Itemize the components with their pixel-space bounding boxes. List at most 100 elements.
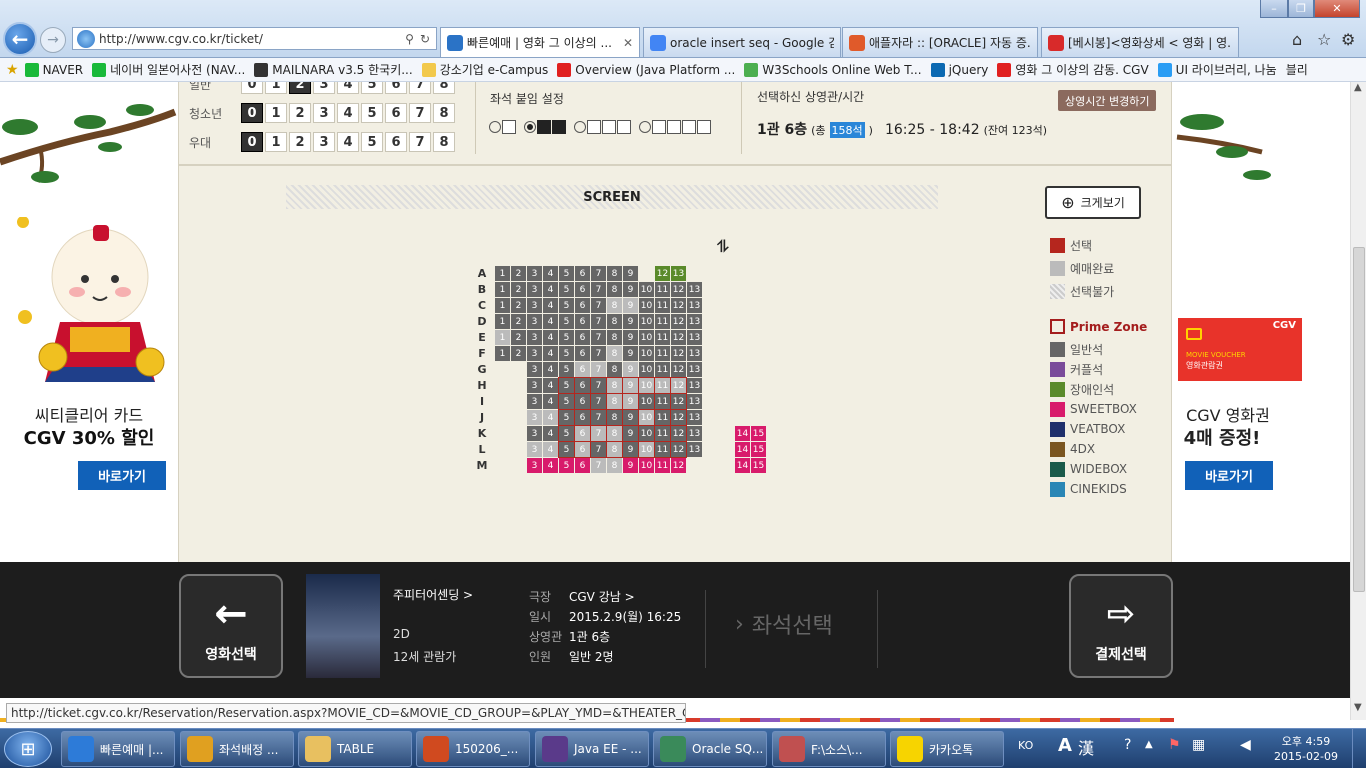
seat[interactable]: 6 — [575, 314, 590, 329]
seat[interactable]: 14 — [735, 458, 750, 473]
seat[interactable]: 4 — [543, 314, 558, 329]
seat[interactable]: 3 — [527, 426, 542, 441]
forward-button[interactable]: → — [40, 27, 66, 53]
right-ad-button[interactable]: 바로가기 — [1185, 461, 1273, 490]
seat[interactable]: 4 — [543, 282, 558, 297]
right-ad[interactable]: CGV MOVIE VOUCHER 영화관람권 CGV 영화권 4매 증정! 바… — [1172, 82, 1350, 562]
search-icon[interactable]: ⚲ — [405, 32, 414, 46]
seat[interactable]: 8 — [607, 346, 622, 361]
seat[interactable]: 12 — [670, 393, 687, 410]
people-count-button[interactable]: 4 — [337, 132, 359, 152]
seat[interactable]: 10 — [639, 330, 654, 345]
seat[interactable]: 4 — [543, 298, 558, 313]
maximize-button[interactable]: ❐ — [1288, 0, 1314, 18]
seat[interactable]: 9 — [622, 377, 639, 394]
people-count-button[interactable]: 3 — [313, 103, 335, 123]
seat[interactable]: 8 — [607, 298, 622, 313]
people-count-button[interactable]: 8 — [433, 103, 455, 123]
zoom-button[interactable]: ⊕ 크게보기 — [1045, 186, 1141, 219]
seat[interactable]: 3 — [527, 362, 542, 377]
home-icon[interactable]: ⌂ — [1292, 30, 1302, 49]
seat[interactable]: 10 — [638, 409, 655, 426]
seat[interactable]: 5 — [559, 458, 574, 473]
seat[interactable]: 12 — [671, 298, 686, 313]
seat[interactable]: 3 — [527, 298, 542, 313]
seat[interactable]: 3 — [527, 458, 542, 473]
tab-4[interactable]: [베시봉]<영화상세 < 영화 | 영... — [1041, 27, 1239, 57]
seat[interactable]: 12 — [670, 441, 687, 458]
seat[interactable]: 9 — [622, 425, 639, 442]
seat[interactable]: 6 — [574, 377, 591, 394]
seat[interactable]: 4 — [543, 458, 558, 473]
seat[interactable]: 11 — [654, 377, 671, 394]
people-count-button[interactable]: 5 — [361, 132, 383, 152]
seat[interactable]: 7 — [590, 425, 607, 442]
taskbar-item[interactable]: 빠른예매 |... — [61, 731, 175, 767]
left-ad-button[interactable]: 바로가기 — [78, 461, 166, 490]
seat[interactable]: 13 — [687, 314, 702, 329]
seat[interactable]: 10 — [638, 377, 655, 394]
seat[interactable]: 12 — [671, 346, 686, 361]
seat[interactable]: 2 — [511, 314, 526, 329]
lang-indicator[interactable]: KO — [1018, 739, 1033, 752]
clock-date[interactable]: 2015-02-09 — [1272, 750, 1340, 763]
seat[interactable]: 8 — [607, 266, 622, 281]
seat[interactable]: 7 — [590, 409, 607, 426]
tab-1[interactable]: 빠른예매 | 영화 그 이상의 ... ✕ — [440, 27, 640, 57]
seat[interactable]: 15 — [751, 442, 766, 457]
seat[interactable]: 6 — [574, 393, 591, 410]
people-count-button[interactable]: 6 — [385, 132, 407, 152]
seat[interactable]: 13 — [687, 362, 702, 377]
scroll-thumb[interactable] — [1353, 247, 1365, 592]
people-count-button[interactable]: 3 — [313, 132, 335, 152]
volume-icon[interactable]: ◀ — [1240, 737, 1251, 753]
seat[interactable]: 4 — [543, 266, 558, 281]
seat[interactable]: 10 — [638, 393, 655, 410]
seat[interactable]: 2 — [511, 346, 526, 361]
people-count-button[interactable]: 1 — [265, 103, 287, 123]
seat[interactable]: 8 — [606, 393, 623, 410]
show-desktop-button[interactable] — [1352, 729, 1366, 768]
seat[interactable]: 8 — [607, 282, 622, 297]
taskbar-item[interactable]: 카카오톡 — [890, 731, 1004, 767]
seat[interactable]: 10 — [639, 314, 654, 329]
people-count-button[interactable]: 7 — [409, 103, 431, 123]
favorite-item[interactable]: 영화 그 이상의 감동. CGV — [997, 61, 1149, 78]
seat[interactable]: 5 — [559, 346, 574, 361]
ime-mode-a[interactable]: A — [1058, 735, 1072, 756]
people-count-button[interactable]: 3 — [313, 82, 335, 94]
seat[interactable]: 6 — [575, 346, 590, 361]
tab-2[interactable]: oracle insert seq - Google 검색 — [643, 27, 841, 57]
seat[interactable]: 14 — [735, 442, 750, 457]
seat[interactable]: 8 — [606, 425, 623, 442]
people-count-button[interactable]: 2 — [289, 82, 311, 94]
network-icon[interactable]: ▦ — [1192, 737, 1205, 753]
seat[interactable]: 1 — [495, 282, 510, 297]
seat[interactable]: 13 — [687, 282, 702, 297]
favorite-item[interactable]: 강소기업 e-Campus — [421, 61, 548, 78]
favorite-item[interactable]: MAILNARA v3.5 한국키... — [254, 61, 413, 78]
seat[interactable]: 8 — [606, 377, 623, 394]
seat[interactable]: 12 — [671, 362, 686, 377]
seat[interactable]: 9 — [623, 458, 638, 473]
seat[interactable]: 15 — [751, 458, 766, 473]
seat[interactable]: 6 — [575, 362, 590, 377]
seat[interactable]: 7 — [591, 266, 606, 281]
seat[interactable]: 7 — [591, 458, 606, 473]
seat[interactable]: 3 — [527, 330, 542, 345]
seat[interactable]: 9 — [623, 362, 638, 377]
seat[interactable]: 4 — [543, 442, 558, 457]
page-scrollbar[interactable]: ▲ ▼ — [1350, 82, 1366, 720]
seat[interactable]: 10 — [639, 282, 654, 297]
favorite-item[interactable]: Overview (Java Platform ... — [557, 62, 735, 77]
back-to-movie-button[interactable]: ← 영화선택 — [179, 574, 283, 678]
seat[interactable]: 13 — [687, 394, 702, 409]
seat[interactable]: 7 — [590, 377, 607, 394]
seat[interactable]: 6 — [575, 266, 590, 281]
seat[interactable]: 13 — [687, 442, 702, 457]
seat[interactable]: 7 — [591, 314, 606, 329]
seat[interactable]: 6 — [575, 458, 590, 473]
seat[interactable]: 7 — [591, 282, 606, 297]
favorites-star-icon[interactable]: ☆ — [1317, 30, 1331, 49]
seat[interactable]: 12 — [671, 314, 686, 329]
